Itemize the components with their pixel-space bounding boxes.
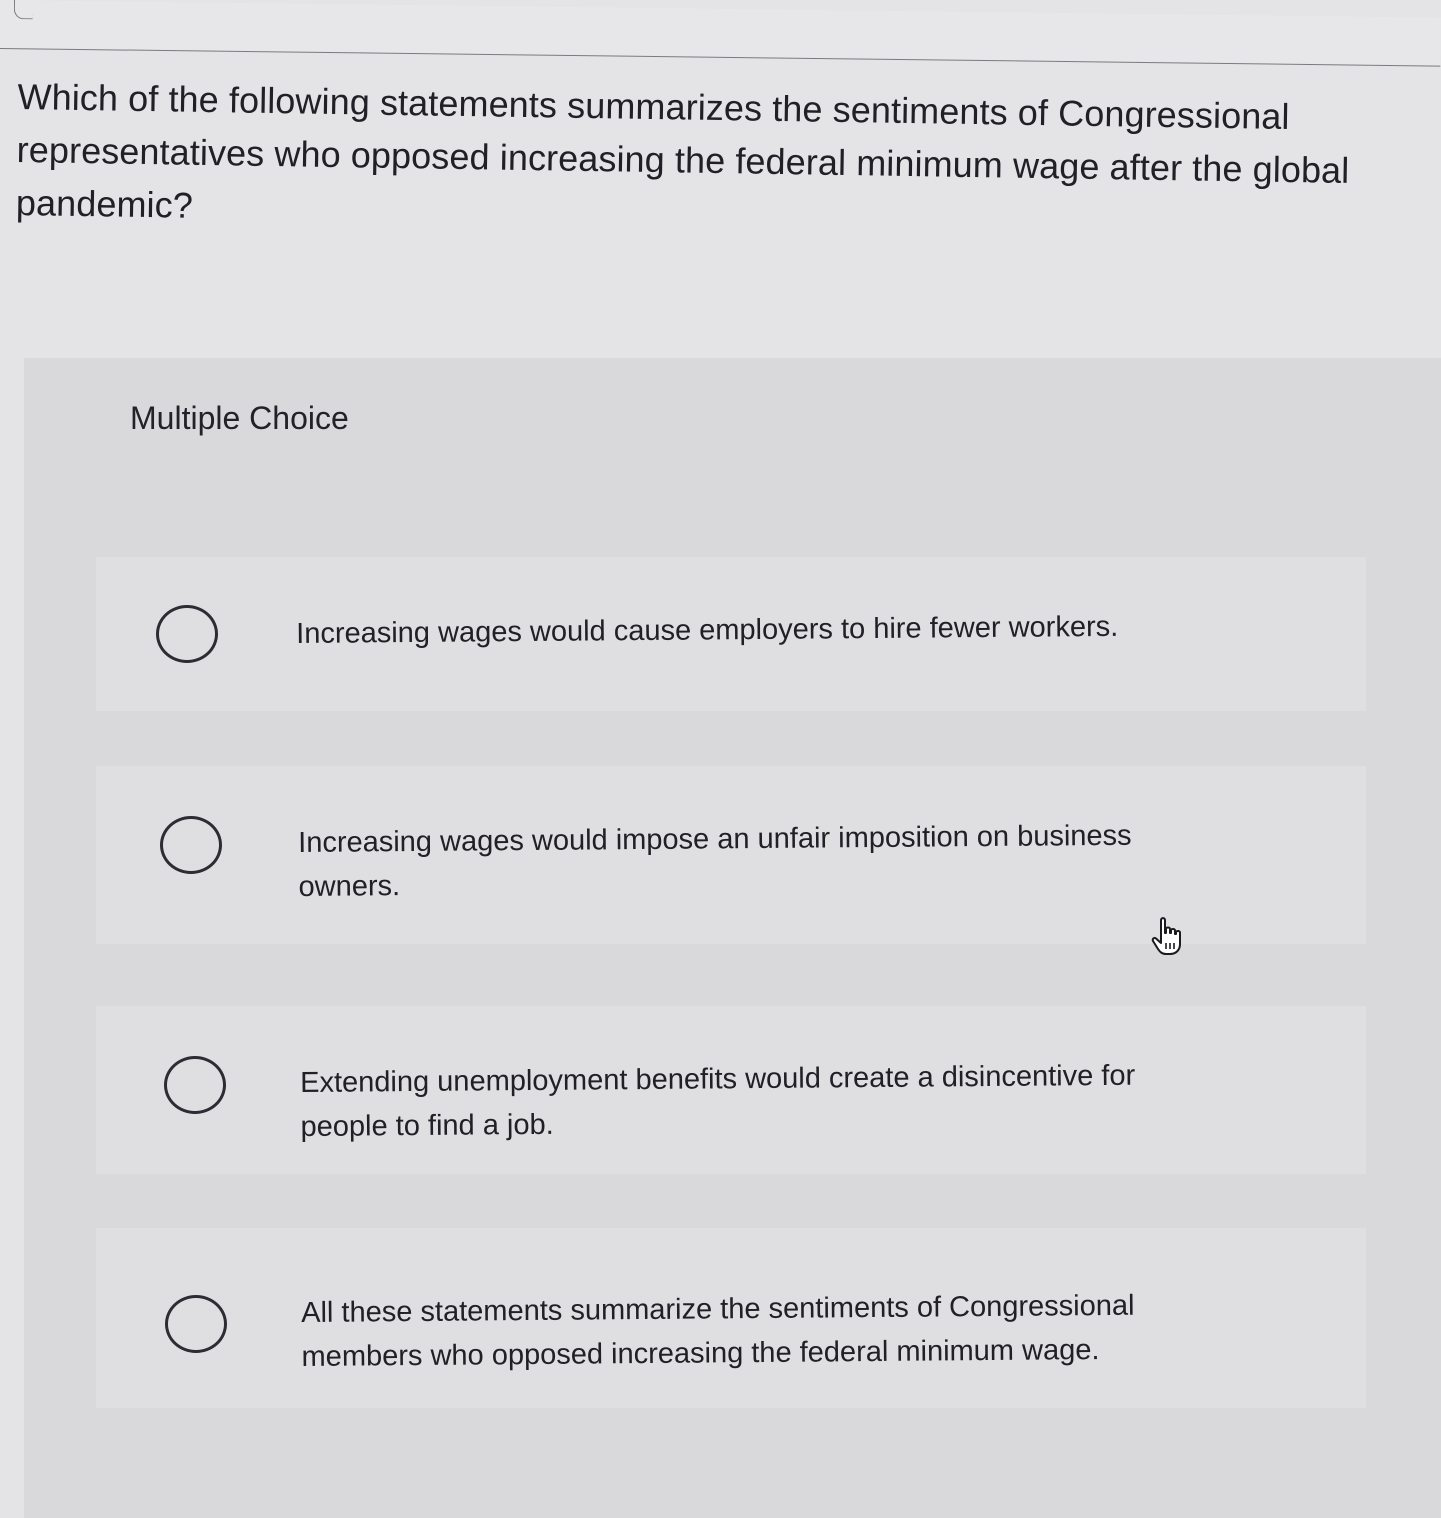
radio-button[interactable]: [164, 1056, 226, 1114]
answer-option[interactable]: Increasing wages would cause employers t…: [96, 557, 1366, 711]
top-divider: [0, 0, 1441, 67]
answer-option-text: Extending unemployment benefits would cr…: [300, 1059, 1136, 1143]
question-text: Which of the following statements summar…: [15, 75, 1350, 226]
radio-button[interactable]: [160, 816, 222, 874]
radio-button[interactable]: [156, 605, 218, 663]
answer-option-text: All these statements summarize the senti…: [301, 1289, 1135, 1373]
answer-option[interactable]: All these statements summarize the senti…: [96, 1228, 1366, 1408]
pointer-hand-icon: [1151, 917, 1181, 955]
multiple-choice-label: Multiple Choice: [130, 400, 349, 436]
radio-button[interactable]: [165, 1295, 227, 1353]
answer-option-text: Increasing wages would cause employers t…: [296, 610, 1119, 650]
answer-option-text: Increasing wages would impose an unfair …: [298, 819, 1132, 903]
answer-option[interactable]: Extending unemployment benefits would cr…: [96, 1006, 1366, 1174]
